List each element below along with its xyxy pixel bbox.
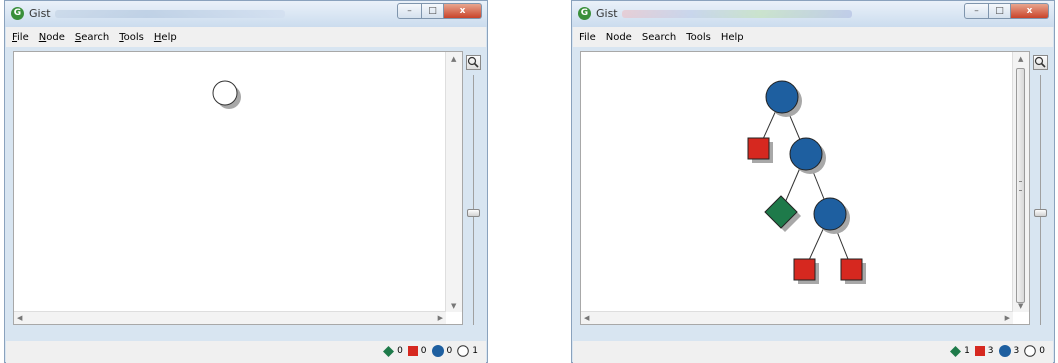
zoom-slider-handle[interactable] [1034,208,1047,217]
vertical-scrollbar[interactable]: ▲ ▼ [445,52,462,312]
node-branch[interactable] [789,137,823,171]
menu-bar: File Node Search Tools Help [573,27,1053,47]
vertical-scroll-thumb[interactable] [1016,68,1025,303]
menu-search[interactable]: Search [642,32,676,43]
solved-node-square-icon [974,346,985,356]
zoom-control [1033,55,1049,327]
tree-drawing [747,80,866,284]
failed-count: 1 [964,346,970,356]
menu-file[interactable]: File [579,32,596,43]
menu-node[interactable]: Node [606,32,632,43]
gist-app-icon: G [578,7,591,20]
solved-node-square-icon [407,346,418,356]
node-shadows [752,85,866,284]
maximize-button[interactable]: □ [989,3,1011,19]
menu-help[interactable]: Help [154,32,177,43]
menu-help[interactable]: Help [721,32,744,43]
scroll-up-arrow-icon[interactable]: ▲ [1018,55,1023,63]
horizontal-scrollbar[interactable]: ◀ ▶ [14,311,446,324]
gist-app-icon: G [11,7,24,20]
zoom-control [466,55,482,327]
branch-node-circle-icon [998,345,1011,357]
unexplored-node-circle-icon [1024,345,1037,357]
scroll-left-arrow-icon[interactable]: ◀ [584,314,589,322]
window-title: Gist [596,7,618,20]
zoom-to-fit-button[interactable] [466,55,481,70]
zoom-slider-handle[interactable] [467,208,480,217]
scroll-right-arrow-icon[interactable]: ▶ [1005,314,1010,322]
unexplored-count: 0 [1039,346,1045,356]
node-legend: 0 0 0 1 [378,345,478,357]
scroll-down-arrow-icon[interactable]: ▼ [1018,302,1023,310]
branch-node-circle-icon [431,345,444,357]
solved-count: 0 [420,346,427,356]
magnifier-icon [1034,56,1046,68]
node-unexplored-root[interactable] [212,80,238,106]
title-blurred-text [622,10,852,18]
zoom-slider-track[interactable] [473,75,474,325]
node-solved[interactable] [840,258,863,281]
minimize-button[interactable]: – [397,3,422,19]
zoom-slider-track[interactable] [1040,75,1041,325]
title-bar[interactable]: G Gist – □ x [5,1,487,27]
status-bar: 1 3 3 0 [573,341,1053,363]
node-legend: 1 3 3 0 [945,345,1045,357]
scroll-grip-icon [1019,181,1022,191]
scroll-down-arrow-icon[interactable]: ▼ [451,302,456,310]
menu-search[interactable]: Search [75,32,109,43]
title-blurred-text [55,10,285,18]
failed-node-diamond-icon [383,345,395,357]
menu-bar: File Node Search Tools Help [6,27,486,47]
vertical-scrollbar[interactable]: ▲ ▼ [1012,52,1029,312]
solved-count: 3 [987,346,994,356]
maximize-button[interactable]: □ [422,3,444,19]
node-solved[interactable] [747,137,770,160]
tree-drawing [212,80,241,109]
window-title: Gist [29,7,51,20]
magnifier-icon [467,56,479,68]
unexplored-node-circle-icon [457,345,470,357]
scroll-up-arrow-icon[interactable]: ▲ [451,55,456,63]
failed-count: 0 [397,346,403,356]
title-bar[interactable]: G Gist – □ x [572,1,1054,27]
node-branch-root[interactable] [765,80,799,114]
node-branch[interactable] [813,197,847,231]
close-button[interactable]: x [1011,3,1049,19]
branch-count: 3 [1013,346,1020,356]
failed-node-diamond-icon [950,345,962,357]
unexplored-count: 1 [472,346,478,356]
minimize-button[interactable]: – [964,3,989,19]
node-solved[interactable] [793,258,816,281]
menu-tools[interactable]: Tools [686,32,711,43]
search-tree-canvas[interactable]: ▲ ▼ ◀ ▶ [580,51,1030,325]
close-button[interactable]: x [444,3,482,19]
horizontal-scrollbar[interactable]: ◀ ▶ [581,311,1013,324]
zoom-to-fit-button[interactable] [1033,55,1048,70]
scroll-right-arrow-icon[interactable]: ▶ [438,314,443,322]
tree-edges [758,96,853,270]
menu-file[interactable]: File [12,32,29,43]
scroll-left-arrow-icon[interactable]: ◀ [17,314,22,322]
menu-node[interactable]: Node [39,32,65,43]
status-bar: 0 0 0 1 [6,341,486,363]
menu-tools[interactable]: Tools [119,32,144,43]
gist-window-right: G Gist – □ x File Node Search Tools Help [571,0,1055,363]
branch-count: 0 [446,346,453,356]
gist-window-left: G Gist – □ x File Node Search Tools Help… [4,0,488,363]
search-tree-canvas[interactable]: ▲ ▼ ◀ ▶ [13,51,463,325]
